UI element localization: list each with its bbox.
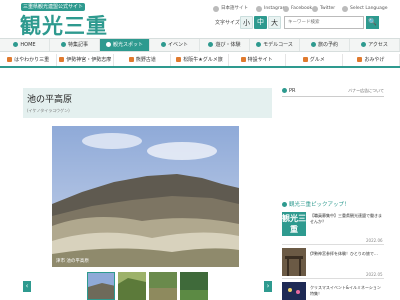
gallery-thumbnail[interactable] <box>180 272 208 300</box>
pr-label: PR <box>289 88 296 94</box>
nav-events[interactable]: イベント <box>150 39 200 51</box>
font-size-label: 文字サイズ <box>215 20 240 26</box>
thumbnail-image <box>118 272 146 300</box>
japanese-site-link[interactable]: 日本語サイト <box>213 5 248 13</box>
site-header: 三重県観光連盟公式サイト 観光三重 日本語サイト Instagram Faceb… <box>0 0 400 38</box>
thumbnail-image <box>149 272 177 300</box>
font-medium-button[interactable]: 中 <box>254 16 267 29</box>
site-logo[interactable]: 観光三重 <box>20 10 108 40</box>
thumbnail-image <box>88 273 114 299</box>
access-icon <box>361 42 367 47</box>
pickup-item-text[interactable]: クリスマスイベント&イルミネーション特集！ <box>310 285 384 297</box>
nav-spots[interactable]: 観光スポット <box>100 39 150 51</box>
subnav-matsusaka[interactable]: 松阪牛★グルメ旅 <box>171 54 229 66</box>
subnav-ise[interactable]: 伊勢神宮・伊勢志摩 <box>57 54 115 66</box>
gallery-prev-button[interactable]: ‹ <box>23 281 31 292</box>
page-title-box: 池の平高原 (イケノタイラコウゲン) <box>23 88 272 118</box>
shrine-photo <box>282 248 306 276</box>
twitter-link[interactable]: Twitter <box>312 5 335 13</box>
sub-navigation: はやわかり三重 伊勢神宮・伊勢志摩 熊野古道 松阪牛★グルメ旅 特設サイト グル… <box>0 54 400 68</box>
booking-icon <box>310 42 316 47</box>
pr-header: PR バナー広告について <box>282 86 384 96</box>
subnav-kumano[interactable]: 熊野古道 <box>114 54 172 66</box>
gallery-thumbnail[interactable] <box>87 272 115 300</box>
pickup-logo[interactable]: 観光三重 <box>282 212 306 236</box>
pickup-item-date: 2022.06 <box>366 238 383 243</box>
gourmet-icon <box>302 57 308 62</box>
facebook-link[interactable]: Facebook <box>283 5 312 13</box>
special-icon <box>240 57 246 62</box>
pr-icon <box>282 88 287 93</box>
spot-icon <box>105 42 111 47</box>
instagram-icon <box>256 6 262 12</box>
divider <box>282 244 384 245</box>
pickup-item-image[interactable] <box>282 282 306 300</box>
main-photo: 津市 池の平高原 <box>52 126 239 267</box>
search-input[interactable] <box>284 16 364 29</box>
subnav-souvenirs[interactable]: おみやげ <box>343 54 400 66</box>
quick-guide-icon <box>7 57 13 62</box>
nav-booking[interactable]: 旅の予約 <box>300 39 350 51</box>
divider <box>282 278 384 279</box>
thumbnail-image <box>180 272 208 300</box>
illumination-photo <box>282 282 306 300</box>
gallery-next-button[interactable]: › <box>264 281 272 292</box>
globe-icon <box>213 6 219 12</box>
search-icon: 🔍 <box>368 18 377 26</box>
ad-note-link[interactable]: バナー広告について <box>348 86 384 96</box>
divider <box>282 96 384 97</box>
highland-photo <box>52 126 239 267</box>
shrine-icon <box>59 57 65 62</box>
nav-home[interactable]: HOME <box>0 39 50 51</box>
search-button[interactable]: 🔍 <box>366 16 379 29</box>
event-icon <box>160 42 166 47</box>
pickup-item-image[interactable] <box>282 248 306 276</box>
nav-features[interactable]: 特集記事 <box>50 39 100 51</box>
nav-model-courses[interactable]: モデルコース <box>250 39 300 51</box>
nav-access[interactable]: アクセス <box>350 39 400 51</box>
gallery-thumbnail[interactable] <box>149 272 177 300</box>
gallery-thumbnail[interactable] <box>118 272 146 300</box>
facebook-icon <box>283 6 289 12</box>
select-language-link[interactable]: Select Language <box>342 5 388 13</box>
trail-icon <box>128 57 134 62</box>
page-subtitle: (イケノタイラコウゲン) <box>27 108 70 113</box>
activity-icon <box>208 42 214 47</box>
pickup-icon <box>282 202 287 207</box>
home-icon <box>13 42 19 47</box>
font-small-button[interactable]: 小 <box>240 16 253 29</box>
subnav-special[interactable]: 特設サイト <box>229 54 286 66</box>
language-icon <box>342 6 348 12</box>
features-icon <box>60 42 66 47</box>
course-icon <box>256 42 262 47</box>
pickup-item-text[interactable]: 伊勢神宮参拝を体験！ひとりの旅で… <box>310 251 384 257</box>
pickup-item-date: 2022.05 <box>366 272 383 277</box>
nav-activities[interactable]: 遊び・体験 <box>200 39 250 51</box>
pickup-item-text[interactable]: 【職員募集中】三重県観光連盟で働きませんか？ <box>310 213 384 225</box>
gift-icon <box>357 57 363 62</box>
subnav-gourmet[interactable]: グルメ <box>286 54 343 66</box>
twitter-icon <box>312 6 318 12</box>
pickup-title: 観光三重ピックアップ！ <box>282 200 350 208</box>
font-large-button[interactable]: 大 <box>268 16 281 29</box>
page-title: 池の平高原 <box>27 95 73 105</box>
subnav-quick-mie[interactable]: はやわかり三重 <box>0 54 58 66</box>
main-navigation: HOME 特集記事 観光スポット イベント 遊び・体験 モデルコース 旅の予約 … <box>0 38 400 52</box>
photo-caption: 津市 池の平高原 <box>56 259 89 264</box>
beef-icon <box>176 57 182 62</box>
